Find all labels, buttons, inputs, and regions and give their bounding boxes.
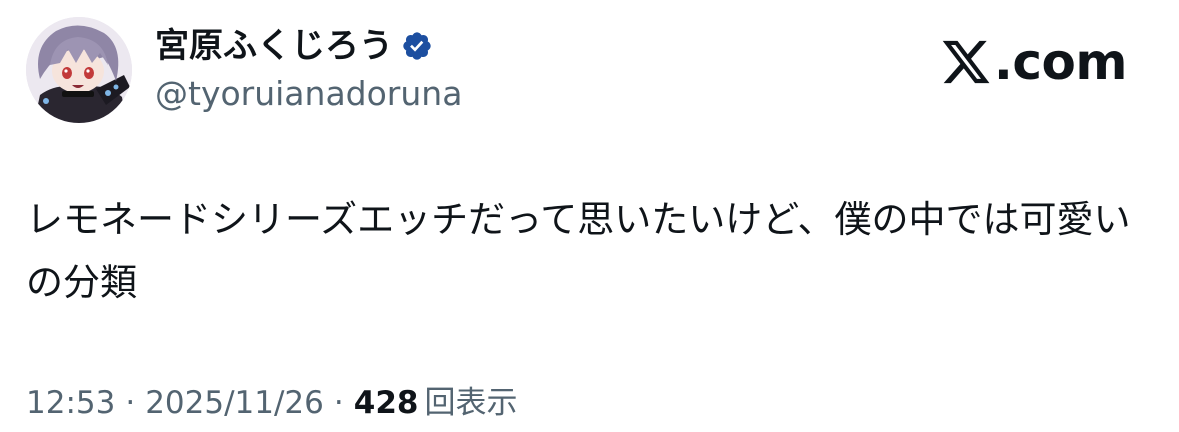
tweet-date[interactable]: 2025/11/26	[145, 383, 324, 423]
views-count: 428	[353, 385, 419, 421]
tweet-text: レモネードシリーズエッチだって思いたいけど、僕の中では可愛いの分類	[26, 198, 1131, 304]
tweet-card: 宮原ふくじろう @tyoruianadoruna .com レモネードシリーズエ…	[0, 0, 1179, 432]
tweet-meta: 12:53 · 2025/11/26 · 428 回表示	[26, 383, 517, 423]
verified-badge-icon	[401, 30, 433, 62]
meta-separator: ·	[125, 385, 136, 421]
author-name-row: 宮原ふくじろう	[155, 24, 433, 68]
x-logo-icon	[942, 40, 990, 84]
meta-separator: ·	[333, 385, 344, 421]
tweet-time[interactable]: 12:53	[26, 383, 115, 423]
brand-domain-text: .com	[993, 33, 1128, 91]
display-name[interactable]: 宮原ふくじろう	[155, 24, 393, 68]
avatar[interactable]	[26, 17, 132, 123]
views-label: 回表示	[424, 385, 518, 421]
brand-logo[interactable]: .com	[940, 33, 1128, 91]
anime-character-avatar-icon	[26, 17, 132, 123]
author-handle[interactable]: @tyoruianadoruna	[155, 72, 462, 116]
